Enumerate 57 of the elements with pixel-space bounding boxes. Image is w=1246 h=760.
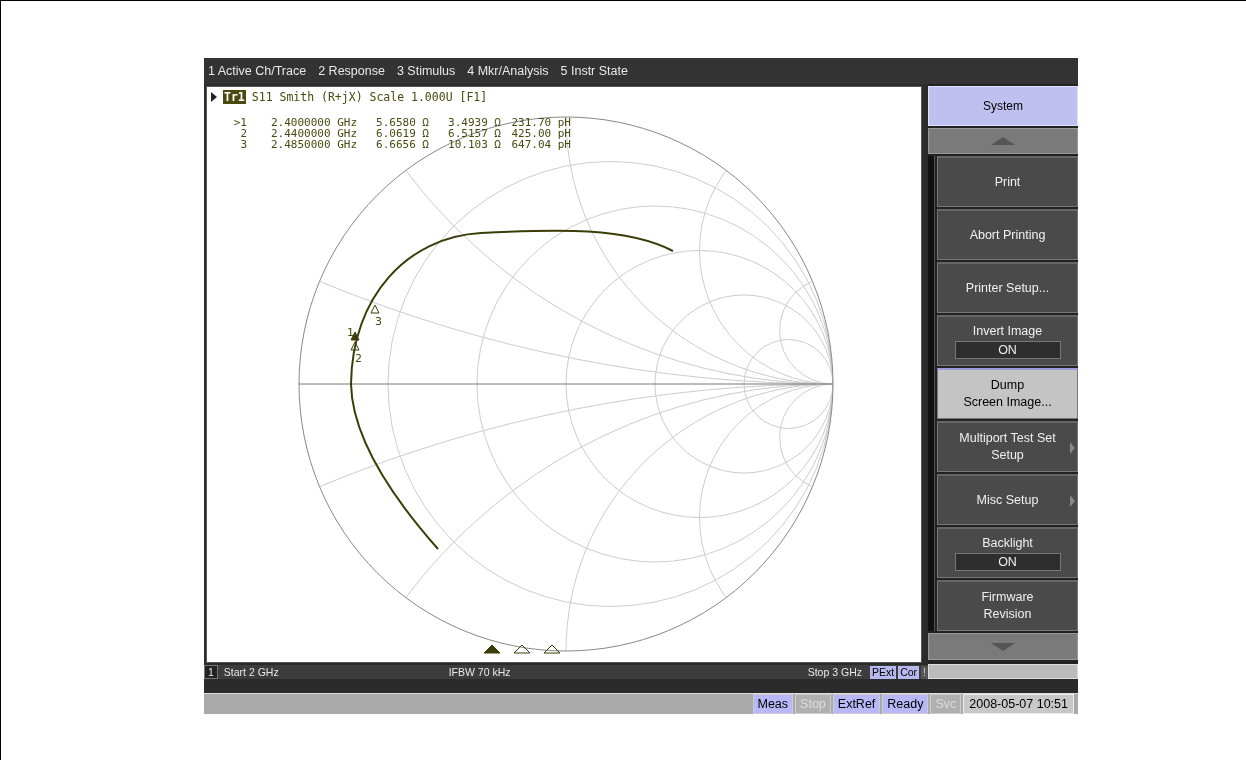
softkey[interactable]: Dump Screen Image... [937,368,1078,420]
marker-reactance: 6.5157 Ω [447,128,501,139]
marker-frequency: 2.4400000 GHz [269,128,357,139]
status-flag: ! [921,665,928,679]
menu-item[interactable]: 4 Mkr/Analysis [467,64,549,78]
marker-resistance: 6.0619 Ω [375,128,429,139]
marker-frequency: 2.4850000 GHz [269,139,357,150]
trace-header: S11 Smith (R+jX) Scale 1.000U [F1] [251,90,488,104]
marker-inductance: 647.04 pH [510,139,571,150]
marker-resistance: 6.6656 Ω [375,139,429,150]
scroll-up-button[interactable] [928,127,1078,155]
marker-id: 3 [239,139,247,150]
softkey[interactable]: Abort Printing [937,209,1078,261]
marker-frequency: 2.4000000 GHz [269,117,357,128]
menu-item[interactable]: 2 Response [318,64,385,78]
marker-inductance: 425.00 pH [510,128,571,139]
menu-item[interactable]: 3 Stimulus [396,64,456,78]
channel-number[interactable]: 1 [204,665,218,679]
softkey[interactable]: Multiport Test Set Setup [937,421,1078,473]
ifbw-label: IFBW 70 kHz [447,666,512,678]
softkey[interactable]: Invert Image ON [937,315,1078,367]
submenu-arrow-icon [1070,442,1075,455]
status-indicator: Meas [752,694,794,714]
marker-resistance: 5.6580 Ω [375,117,429,128]
softkey[interactable]: Print [937,156,1078,208]
toggle-value: ON [954,341,1061,360]
status-indicator: Ready [882,694,929,714]
menu-item[interactable]: 1 Active Ch/Trace [208,64,307,78]
menu-item[interactable]: 5 Instr State [560,64,628,78]
marker-id: >1 [232,117,247,128]
marker-inductance: 231.70 pH [510,117,571,128]
date-time: 2008-05-07 10:51 [963,694,1074,714]
status-indicator: ExtRef [832,694,881,714]
marker-label: 2 [355,352,362,365]
stop-frequency: Stop 3 GHz [806,666,863,678]
marker-icon [350,341,360,351]
marker-label: 3 [375,315,382,328]
down-arrow-icon [991,642,1015,651]
status-flag: Cor [898,665,920,679]
start-frequency: Start 2 GHz [222,666,280,678]
softkey[interactable]: Backlight ON [937,527,1078,579]
up-arrow-icon [991,137,1015,145]
active-trace-icon [211,92,217,102]
marker-icon [370,304,380,314]
softkey-menu-title: System [928,86,1078,126]
trace-label[interactable]: Tr1 [223,90,246,104]
softkey[interactable]: Printer Setup... [937,262,1078,314]
scroll-down-button[interactable] [928,633,1078,661]
softkey[interactable]: Firmware Revision [937,580,1078,632]
marker-id: 2 [239,128,247,139]
marker-label: 1 [347,326,354,339]
softkey[interactable]: Misc Setup [937,474,1078,526]
status-flag: PExt [869,665,897,679]
marker-reactance: 10.103 Ω [447,139,501,150]
submenu-arrow-icon [1070,495,1075,508]
toggle-value: ON [954,553,1061,572]
marker-reactance: 3.4939 Ω [447,117,501,128]
